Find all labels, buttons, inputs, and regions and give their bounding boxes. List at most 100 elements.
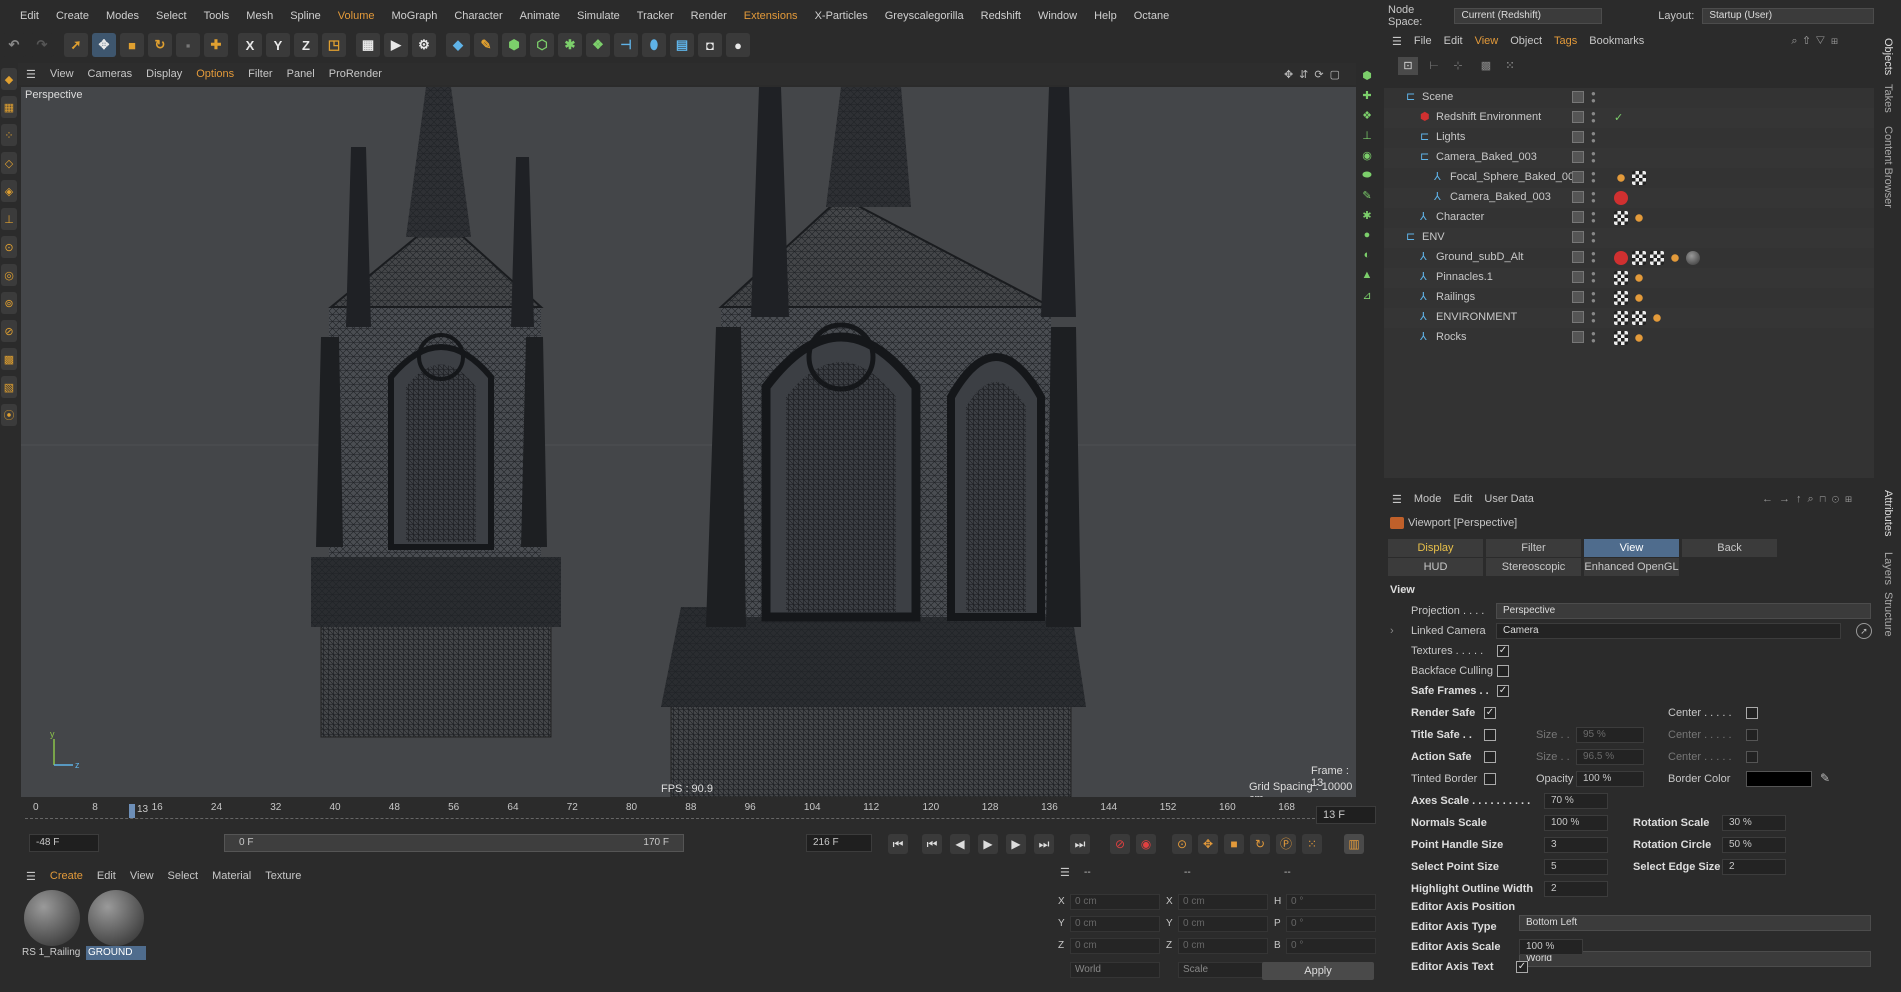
phong-tag-icon[interactable] xyxy=(1632,331,1646,345)
tool-icon[interactable]: ▲ xyxy=(1359,269,1375,283)
menu-window[interactable]: Window xyxy=(1038,10,1077,22)
pick-camera-icon[interactable]: ➚ xyxy=(1856,623,1872,639)
visibility-dots-icon[interactable]: ● ● xyxy=(1591,330,1596,345)
move-tool-icon[interactable]: ✥ xyxy=(92,33,116,57)
menu-mograph[interactable]: MoGraph xyxy=(391,10,437,22)
points-mode-icon[interactable]: ⁘ xyxy=(1,124,17,146)
eyedropper-icon[interactable]: ✎ xyxy=(1820,771,1830,785)
menu-modes[interactable]: Modes xyxy=(106,10,139,22)
coord-mode-dropdown[interactable]: Scale xyxy=(1178,962,1268,978)
tool-icon[interactable]: ● xyxy=(1359,229,1375,243)
edit-layer-icon[interactable] xyxy=(1572,171,1584,183)
object-menu-file[interactable]: File xyxy=(1414,35,1432,47)
visibility-dots-icon[interactable]: ● ● xyxy=(1591,250,1596,265)
phong-tag-icon[interactable] xyxy=(1632,291,1646,305)
takes-mode-icon[interactable]: ⊹ xyxy=(1448,57,1468,75)
material-tag-icon[interactable] xyxy=(1632,251,1646,265)
attr-menu-userdata[interactable]: User Data xyxy=(1484,493,1534,505)
visibility-dots-icon[interactable]: ● ● xyxy=(1591,290,1596,305)
visibility-dots-icon[interactable]: ● ● xyxy=(1591,310,1596,325)
object-row[interactable]: ⊏ Scene ● ● xyxy=(1384,88,1874,108)
key-selection-icon[interactable]: ⊙ xyxy=(1172,834,1192,854)
side-tab-layers[interactable]: Layers xyxy=(1882,552,1894,585)
title-safe-checkbox[interactable] xyxy=(1484,729,1496,741)
safe-frames-checkbox[interactable]: ✓ xyxy=(1497,685,1509,697)
rotation-circle-field[interactable]: 50 % xyxy=(1722,837,1786,853)
editor-axis-scale-field[interactable]: 100 % xyxy=(1519,939,1583,955)
objects-mode-icon[interactable]: ⊡ xyxy=(1398,57,1418,75)
point-handle-field[interactable]: 3 xyxy=(1544,837,1608,853)
visibility-dots-icon[interactable]: ● ● xyxy=(1591,110,1596,125)
material-menu-view[interactable]: View xyxy=(130,870,154,882)
timeline-ruler[interactable]: 0 8 16 24 32 40 48 56 64 72 80 88 96 104 112 120 128 136 1… xyxy=(21,800,1381,822)
object-row[interactable]: ⅄ Pinnacles.1 ● ● xyxy=(1384,268,1874,288)
redo-icon[interactable]: ↷ xyxy=(30,33,54,57)
edit-layer-icon[interactable] xyxy=(1572,331,1584,343)
recent-tool-icon[interactable]: ▪ xyxy=(176,33,200,57)
visibility-dots-icon[interactable]: ● ● xyxy=(1591,230,1596,245)
snap-icon[interactable]: ◎ xyxy=(1,264,17,286)
render-safe-checkbox[interactable]: ✓ xyxy=(1484,707,1496,719)
edit-layer-icon[interactable] xyxy=(1572,131,1584,143)
mograph-icon[interactable]: ✱ xyxy=(558,33,582,57)
undo-icon[interactable]: ↶ xyxy=(2,33,26,57)
viewport-menu-prorender[interactable]: ProRender xyxy=(329,68,382,80)
normals-scale-field[interactable]: 100 % xyxy=(1544,815,1608,831)
tool-icon[interactable]: ◉ xyxy=(1359,149,1375,163)
layers-mode-icon[interactable]: ⊢ xyxy=(1424,57,1444,75)
sphere-tag-icon[interactable] xyxy=(1686,251,1700,265)
highlight-outline-field[interactable]: 2 xyxy=(1544,881,1608,897)
hamburger-icon[interactable]: ☰ xyxy=(1392,493,1402,506)
tool-icon[interactable]: ⊿ xyxy=(1359,289,1375,303)
object-row[interactable]: ⊏ Lights ● ● xyxy=(1384,128,1874,148)
menu-extensions[interactable]: Extensions xyxy=(744,10,798,22)
menu-volume[interactable]: Volume xyxy=(338,10,375,22)
cloner-icon[interactable]: ❖ xyxy=(586,33,610,57)
object-menu-tags[interactable]: Tags xyxy=(1554,35,1577,47)
visibility-dots-icon[interactable]: ● ● xyxy=(1591,270,1596,285)
phong-tag-icon[interactable] xyxy=(1650,311,1664,325)
editor-axis-position-dropdown[interactable]: Bottom Left xyxy=(1519,915,1871,931)
menu-spline[interactable]: Spline xyxy=(290,10,321,22)
coord-field[interactable]: 0 cm xyxy=(1178,894,1268,910)
tool-icon[interactable]: ◐ xyxy=(1359,249,1375,263)
tab-enhanced-opengl[interactable]: Enhanced OpenGL xyxy=(1584,558,1679,576)
edit-layer-icon[interactable] xyxy=(1572,191,1584,203)
axes-scale-field[interactable]: 70 % xyxy=(1544,793,1608,809)
tinted-border-checkbox[interactable] xyxy=(1484,773,1496,785)
coord-field[interactable]: 0 ° xyxy=(1286,894,1376,910)
object-row[interactable]: ⅄ ENVIRONMENT ● ● xyxy=(1384,308,1874,328)
title-center-checkbox[interactable] xyxy=(1746,729,1758,741)
material-swatch[interactable]: GROUND xyxy=(86,890,146,962)
tool-icon[interactable]: ✎ xyxy=(1359,189,1375,203)
menu-redshift[interactable]: Redshift xyxy=(981,10,1021,22)
material-tag-icon[interactable] xyxy=(1632,171,1646,185)
attr-menu-edit[interactable]: Edit xyxy=(1453,493,1472,505)
menu-simulate[interactable]: Simulate xyxy=(577,10,620,22)
edit-layer-icon[interactable] xyxy=(1572,151,1584,163)
coordinate-system-icon[interactable]: ◳ xyxy=(322,33,346,57)
filter-icon[interactable]: ▩ xyxy=(1476,57,1496,75)
attr-menu-mode[interactable]: Mode xyxy=(1414,493,1442,505)
coord-field[interactable]: 0 cm xyxy=(1070,916,1160,932)
material-menu-texture[interactable]: Texture xyxy=(265,870,301,882)
tool-icon[interactable]: ❖ xyxy=(1359,109,1375,123)
material-menu-select[interactable]: Select xyxy=(168,870,199,882)
render-settings-icon[interactable]: ⚙ xyxy=(412,33,436,57)
enabled-check-icon[interactable]: ✓ xyxy=(1614,111,1623,124)
menu-greyscalegorilla[interactable]: Greyscalegorilla xyxy=(885,10,964,22)
menu-render[interactable]: Render xyxy=(691,10,727,22)
phong-tag-icon[interactable] xyxy=(1632,271,1646,285)
viewport-menu-panel[interactable]: Panel xyxy=(287,68,315,80)
object-row[interactable]: ⬢ Redshift Environment ● ● ✓ xyxy=(1384,108,1874,128)
material-menu-edit[interactable]: Edit xyxy=(97,870,116,882)
key-rotation-icon[interactable]: ↻ xyxy=(1250,834,1270,854)
material-tag-icon[interactable] xyxy=(1614,311,1628,325)
timeline-layout-icon[interactable]: ▥ xyxy=(1344,834,1364,854)
goto-start-icon[interactable]: ⏮ xyxy=(888,834,908,854)
select-point-field[interactable]: 5 xyxy=(1544,859,1608,875)
scale-tool-icon[interactable]: ■ xyxy=(120,33,144,57)
record-keys-icon[interactable]: ⊘ xyxy=(1110,834,1130,854)
menu-select[interactable]: Select xyxy=(156,10,187,22)
attr-nav-icons[interactable]: ←→↑⌕⊓⊙⊞ xyxy=(1762,493,1858,506)
